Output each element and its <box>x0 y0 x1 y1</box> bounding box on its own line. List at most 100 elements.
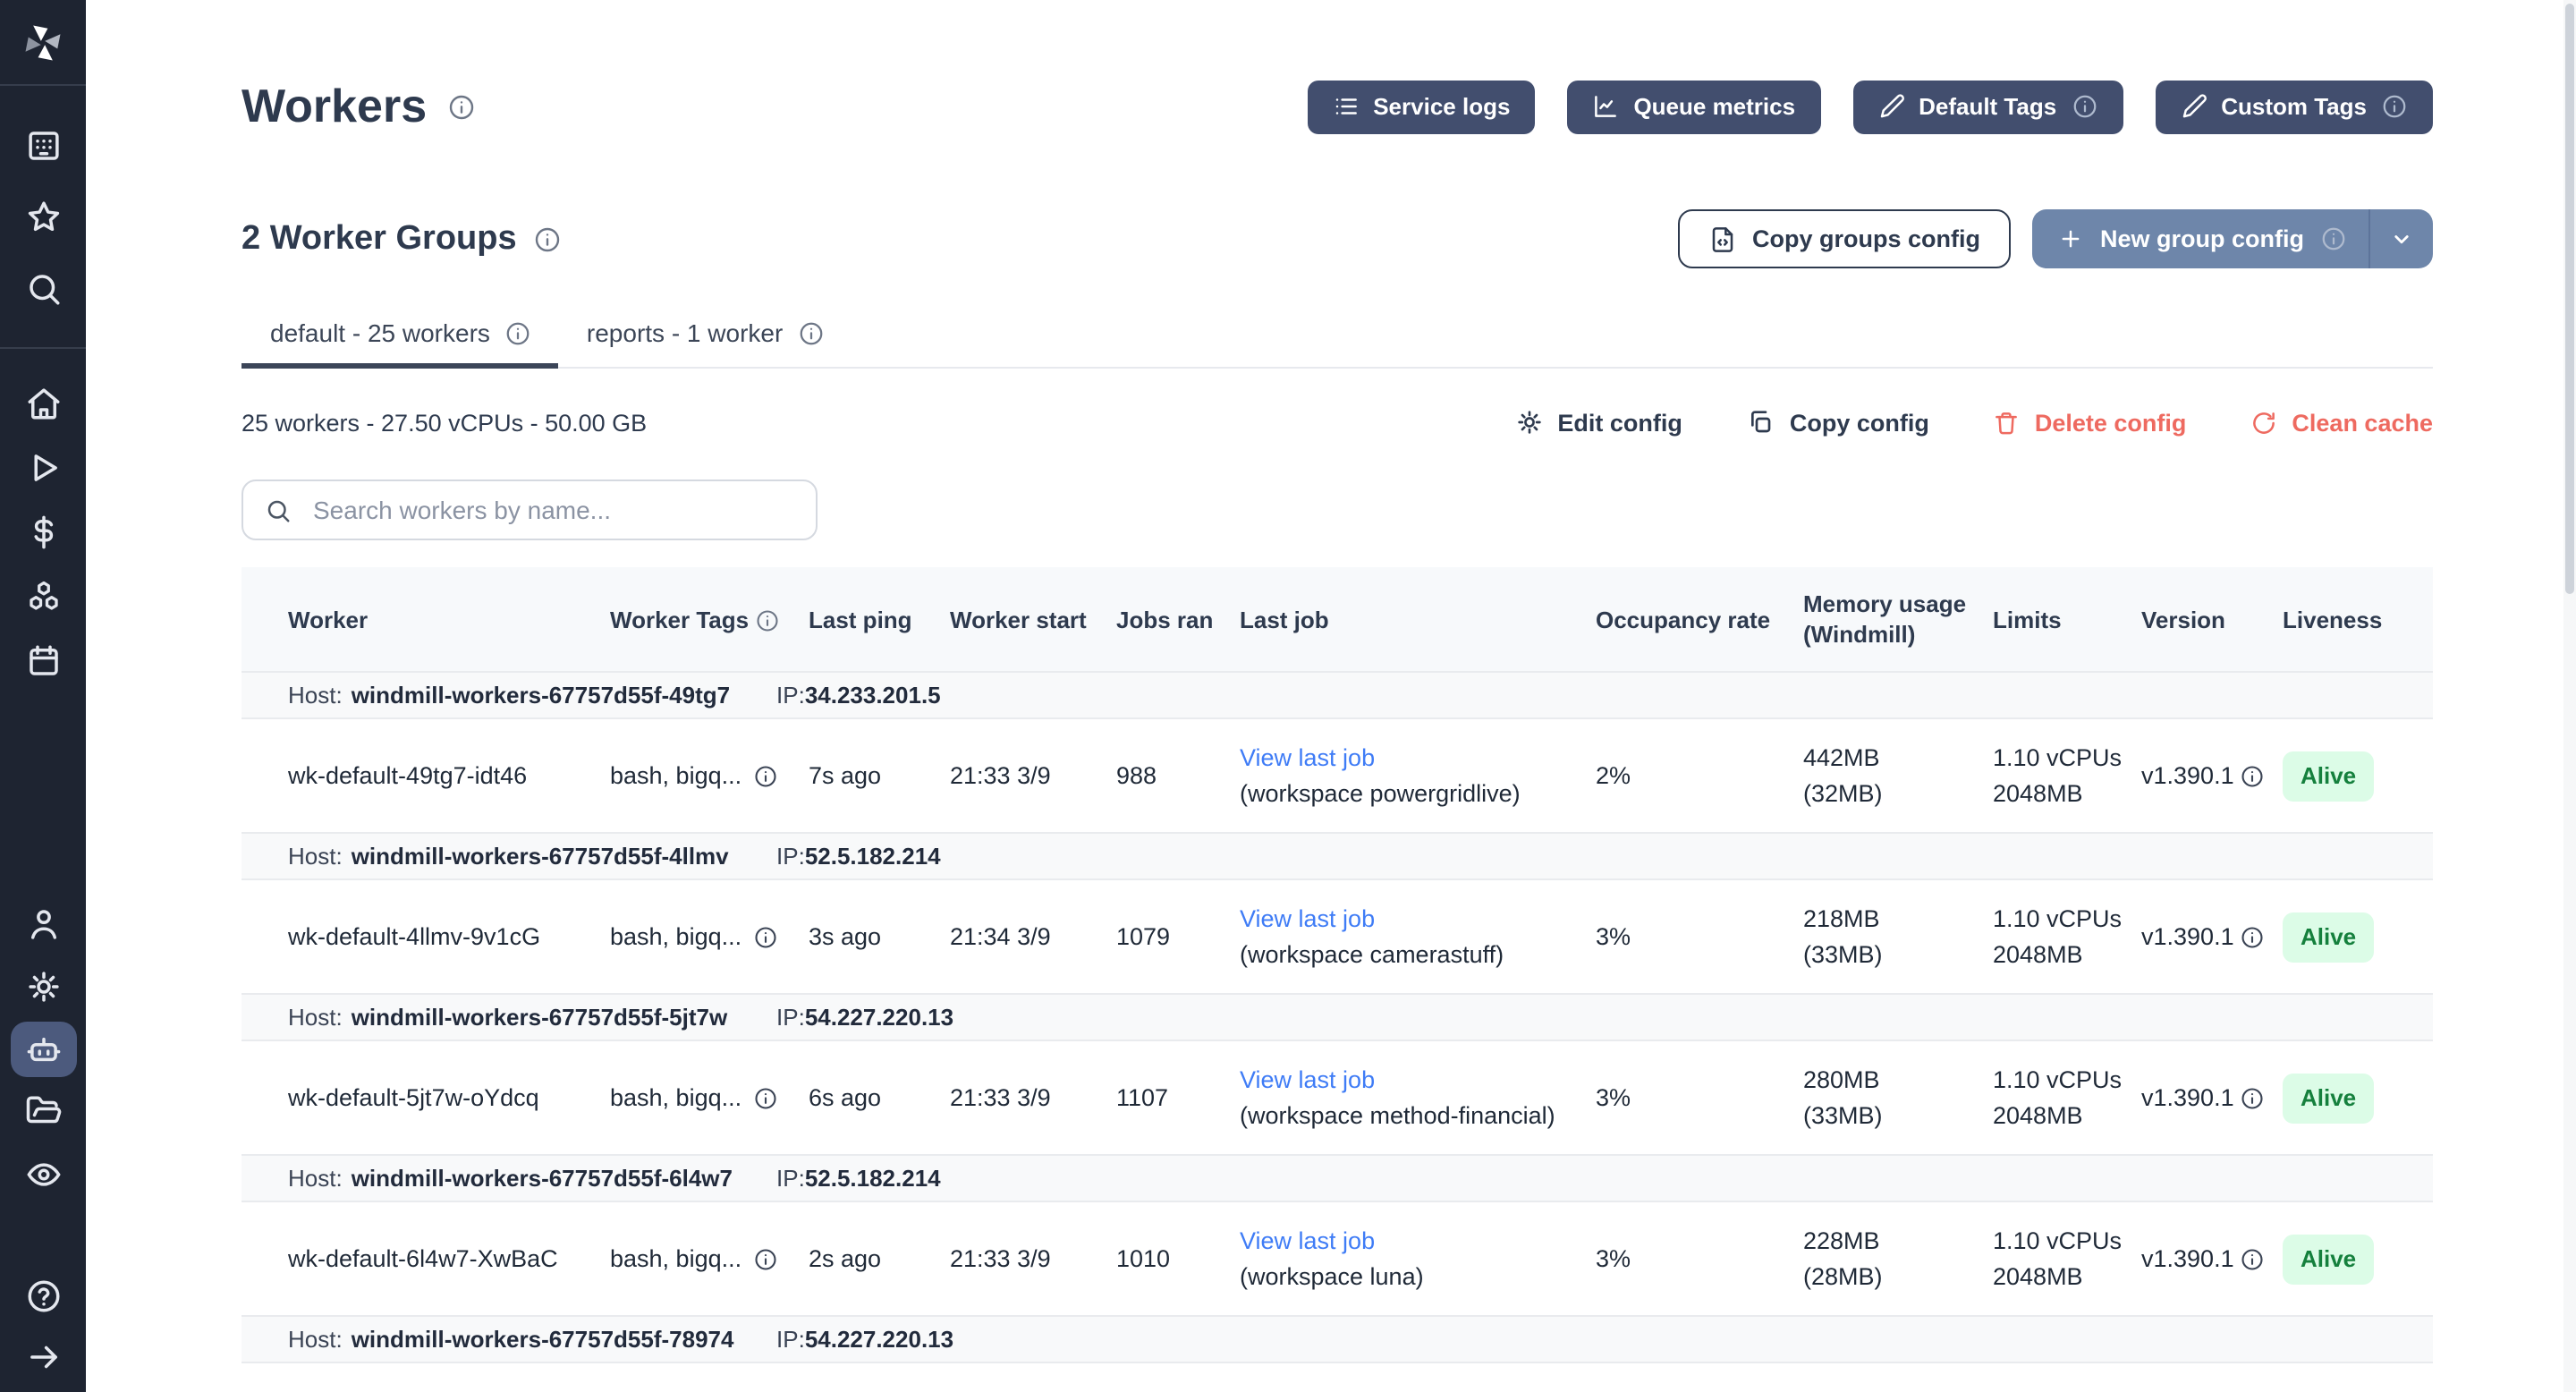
jobs-ran: 1079 <box>1102 919 1225 955</box>
liveness: Alive <box>2268 1234 2433 1284</box>
tab-reports[interactable]: reports - 1 worker <box>558 318 851 369</box>
worker-search[interactable] <box>242 480 818 540</box>
home-icon <box>24 384 62 421</box>
sidebar-item-resources[interactable] <box>0 564 86 628</box>
new-group-config-dropdown[interactable] <box>2370 209 2433 268</box>
refresh-icon <box>2250 409 2277 436</box>
info-icon[interactable] <box>752 763 777 788</box>
table-header: Worker Worker Tags Last ping Worker star… <box>242 567 2433 671</box>
view-last-job-link[interactable]: View last job <box>1240 743 1375 770</box>
sidebar-item-audit-logs[interactable] <box>0 1143 86 1206</box>
sidebar-item-home[interactable] <box>0 370 86 435</box>
page-header: Workers Service logs Queue metrics Defau… <box>242 79 2433 134</box>
last-job-workspace: (workspace method-financial) <box>1240 1098 1581 1133</box>
last-ping: 6s ago <box>794 1080 936 1116</box>
host-row: Host: windmill-workers-67757d55f-49tg7 I… <box>242 671 2433 719</box>
worker-name: wk-default-4llmv-9v1cG <box>242 919 596 955</box>
sidebar-item-help[interactable] <box>0 1265 86 1326</box>
sidebar-item-folders[interactable] <box>0 1081 86 1143</box>
worker-start: 21:33 3/9 <box>936 1080 1102 1116</box>
sidebar-top-nav <box>0 86 86 324</box>
sidebar-item-keyboard[interactable] <box>0 109 86 181</box>
sidebar-bottom-nav <box>0 1265 86 1392</box>
info-icon[interactable] <box>797 319 824 346</box>
limits: 1.10 vCPUs2048MB <box>1979 740 2127 811</box>
custom-tags-label: Custom Tags <box>2221 93 2367 120</box>
group-summary: 25 workers - 27.50 vCPUs - 50.00 GB <box>242 409 647 436</box>
info-icon[interactable] <box>2240 924 2265 949</box>
sidebar-item-expand[interactable] <box>0 1326 86 1387</box>
sidebar-item-schedules[interactable] <box>0 628 86 692</box>
info-icon[interactable] <box>755 608 780 633</box>
info-icon[interactable] <box>2320 225 2347 252</box>
info-icon[interactable] <box>752 1085 777 1110</box>
sidebar <box>0 0 86 1392</box>
status-badge: Alive <box>2283 1234 2374 1284</box>
info-icon[interactable] <box>446 92 475 121</box>
last-ping: 7s ago <box>794 758 936 794</box>
host-label: Host: <box>288 1165 343 1192</box>
sidebar-item-variables[interactable] <box>0 499 86 564</box>
custom-tags-button[interactable]: Custom Tags <box>2155 80 2433 133</box>
host-row: Host: windmill-workers-67757d55f-4llmv I… <box>242 832 2433 880</box>
sidebar-item-runs[interactable] <box>0 435 86 499</box>
worker-name: wk-default-6l4w7-XwBaC <box>242 1241 596 1277</box>
occupancy-rate: 3% <box>1581 1241 1789 1277</box>
info-icon[interactable] <box>752 1246 777 1271</box>
sidebar-main-nav <box>0 349 86 692</box>
info-icon[interactable] <box>2071 93 2097 120</box>
info-icon[interactable] <box>2240 763 2265 788</box>
new-group-config-label: New group config <box>2100 225 2304 252</box>
copy-config-label: Copy config <box>1790 409 1929 436</box>
worker-group-tabs: default - 25 workers reports - 1 worker <box>242 318 2433 369</box>
sidebar-item-workers-active[interactable] <box>0 1018 86 1081</box>
worker-groups-heading-text: 2 Worker Groups <box>242 219 517 259</box>
copy-groups-config-button[interactable]: Copy groups config <box>1677 209 2011 268</box>
jobs-ran: 1107 <box>1102 1080 1225 1116</box>
scrollbar-thumb[interactable] <box>2565 4 2574 594</box>
sidebar-item-search[interactable] <box>0 252 86 324</box>
info-icon[interactable] <box>752 924 777 949</box>
queue-metrics-label: Queue metrics <box>1633 93 1795 120</box>
last-job-workspace: (workspace camerastuff) <box>1240 937 1581 972</box>
windmill-logo-icon <box>20 19 66 65</box>
calendar-icon <box>24 641 62 679</box>
delete-config-button[interactable]: Delete config <box>1994 408 2187 437</box>
host-label: Host: <box>288 843 343 870</box>
default-tags-button[interactable]: Default Tags <box>1852 80 2123 133</box>
play-icon <box>24 448 62 486</box>
active-item-highlight <box>10 1022 76 1077</box>
info-icon[interactable] <box>2240 1085 2265 1110</box>
windmill-logo[interactable] <box>0 0 86 86</box>
view-last-job-link[interactable]: View last job <box>1240 1226 1375 1253</box>
last-job-workspace: (workspace powergridlive) <box>1240 776 1581 811</box>
view-last-job-link[interactable]: View last job <box>1240 904 1375 931</box>
limits: 1.10 vCPUs2048MB <box>1979 1223 2127 1294</box>
search-input[interactable] <box>309 494 794 526</box>
host-name: windmill-workers-67757d55f-6l4w7 <box>352 1165 733 1192</box>
clean-cache-button[interactable]: Clean cache <box>2250 408 2433 437</box>
host-ip: IP:54.227.220.13 <box>776 1004 953 1031</box>
sidebar-item-settings[interactable] <box>0 955 86 1018</box>
liveness: Alive <box>2268 912 2433 962</box>
info-icon[interactable] <box>2240 1246 2265 1271</box>
edit-config-button[interactable]: Edit config <box>1514 408 1682 437</box>
col-liveness: Liveness <box>2268 604 2433 634</box>
scrollbar-track[interactable] <box>2563 0 2576 1392</box>
copy-config-button[interactable]: Copy config <box>1747 408 1929 437</box>
sidebar-item-users[interactable] <box>0 893 86 955</box>
sidebar-item-favorites[interactable] <box>0 181 86 252</box>
info-icon[interactable] <box>504 319 531 346</box>
new-group-config-button[interactable]: New group config <box>2032 209 2433 268</box>
info-icon[interactable] <box>533 225 562 253</box>
new-group-config-main[interactable]: New group config <box>2032 209 2368 268</box>
last-ping: 3s ago <box>794 919 936 955</box>
eye-icon <box>24 1156 62 1193</box>
queue-metrics-button[interactable]: Queue metrics <box>1567 80 1820 133</box>
view-last-job-link[interactable]: View last job <box>1240 1065 1375 1092</box>
worker-row: wk-default-6l4w7-XwBaC bash, bigq... 2s … <box>242 1202 2433 1315</box>
tab-default[interactable]: default - 25 workers <box>242 318 558 369</box>
info-icon[interactable] <box>2381 93 2408 120</box>
service-logs-button[interactable]: Service logs <box>1307 80 1535 133</box>
search-icon <box>265 497 292 523</box>
